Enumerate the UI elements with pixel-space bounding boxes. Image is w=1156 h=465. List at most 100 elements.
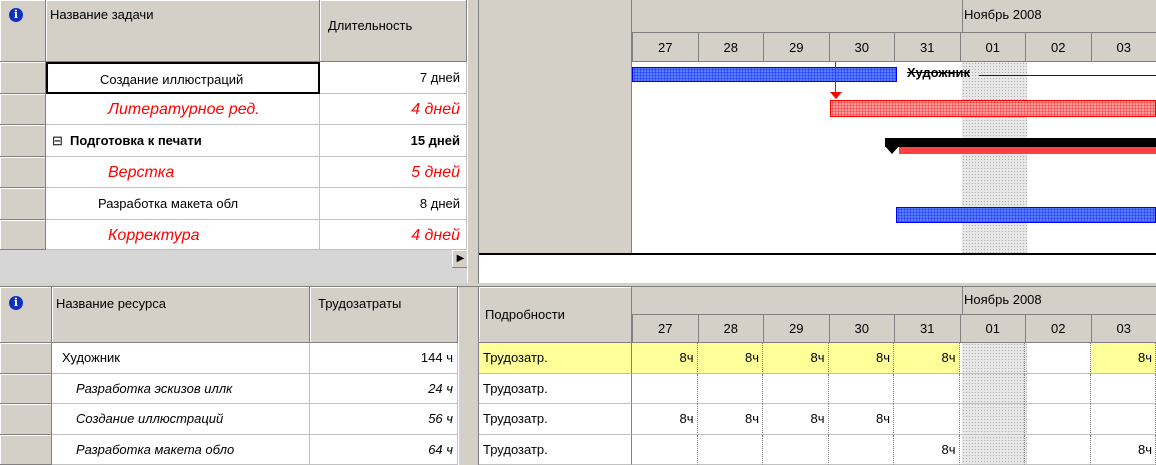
task-duration-cell[interactable]: 8 дней [320, 188, 467, 220]
usage-cell[interactable] [763, 434, 829, 465]
gantt-left-gray [479, 0, 632, 253]
task-line-illustrations [979, 75, 1156, 76]
gantt-day-label: 31 [894, 33, 960, 62]
resource-row-header[interactable] [0, 404, 52, 435]
info-column-header[interactable]: i [0, 0, 46, 62]
gantt-day-label: 01 [959, 33, 1026, 62]
gantt-month-label: Ноябрь 2008 [964, 7, 1042, 22]
task-name-cell[interactable]: Литературное ред. [46, 93, 320, 125]
usage-day-label: 29 [763, 315, 829, 343]
resource-row-header[interactable] [0, 343, 52, 374]
usage-cell[interactable] [1090, 404, 1156, 435]
task-bar-cover[interactable] [896, 207, 1156, 223]
usage-cell[interactable] [828, 434, 894, 465]
usage-cell[interactable] [632, 434, 698, 465]
usage-cell[interactable] [894, 404, 960, 435]
task-row-header[interactable] [0, 156, 46, 188]
usage-row-label: Трудозатр. [479, 404, 632, 435]
task-duration-cell[interactable]: 4 дней [320, 93, 467, 125]
resource-name-header-label: Название ресурса [56, 296, 166, 311]
usage-cell[interactable]: 8ч [1090, 434, 1156, 465]
usage-cell[interactable]: 8ч [828, 343, 894, 374]
summary-bar-prepress[interactable] [885, 138, 1156, 147]
usage-row-label: Трудозатр. [479, 373, 632, 404]
resource-info-header[interactable]: i [0, 287, 52, 343]
gantt-weekend-shade [962, 62, 1027, 253]
usage-cell[interactable]: 8ч [763, 343, 829, 374]
task-duration-cell[interactable]: 15 дней [320, 125, 467, 157]
usage-cell[interactable] [1025, 434, 1091, 465]
resource-name-cell[interactable]: Разработка эскизов иллк [52, 373, 310, 404]
task-name-cell[interactable]: Корректура [46, 219, 320, 250]
task-name-cell[interactable]: Разработка макета обл [46, 188, 320, 220]
usage-cell[interactable]: 8ч [763, 404, 829, 435]
task-name-column-header[interactable]: Название задачи [46, 0, 320, 62]
gantt-hscrollbar[interactable] [479, 253, 1156, 283]
usage-cell[interactable] [697, 373, 763, 404]
details-header-label: Подробности [485, 307, 565, 322]
dependency-arrowhead [830, 92, 842, 99]
task-row-header[interactable] [0, 62, 46, 94]
resource-name-cell[interactable]: Художник [52, 343, 310, 374]
task-row-header[interactable] [0, 219, 46, 250]
resource-work-cell[interactable]: 144 ч [310, 343, 458, 374]
bottom-splitter[interactable] [458, 287, 479, 465]
resource-row-header[interactable] [0, 434, 52, 465]
usage-cell[interactable] [763, 373, 829, 404]
usage-cell[interactable] [632, 373, 698, 404]
usage-cell[interactable]: 8ч [894, 434, 960, 465]
usage-cell[interactable] [959, 343, 1025, 374]
usage-cell[interactable] [959, 404, 1025, 435]
vertical-splitter[interactable] [467, 0, 479, 283]
usage-cell[interactable] [1025, 373, 1091, 404]
gantt-day-label: 03 [1090, 33, 1156, 62]
usage-cell[interactable]: 8ч [697, 343, 763, 374]
usage-cell[interactable]: 8ч [1090, 343, 1156, 374]
resource-row-header[interactable] [0, 373, 52, 404]
task-duration-cell[interactable]: 5 дней [320, 156, 467, 188]
resource-name-cell[interactable]: Разработка макета обло [52, 434, 310, 465]
task-row-header[interactable] [0, 125, 46, 157]
resource-work-cell[interactable]: 24 ч [310, 373, 458, 404]
task-row-header[interactable] [0, 188, 46, 220]
usage-cell[interactable] [1025, 343, 1091, 374]
usage-cell[interactable]: 8ч [632, 404, 698, 435]
details-column-header[interactable]: Подробности [479, 287, 632, 343]
usage-cell[interactable] [1090, 373, 1156, 404]
usage-row-label: Трудозатр. [479, 434, 632, 465]
usage-cell[interactable]: 8ч [632, 343, 698, 374]
usage-cell[interactable]: 8ч [828, 404, 894, 435]
usage-month-label: Ноябрь 2008 [964, 292, 1042, 307]
resource-name-cell[interactable]: Создание иллюстраций [52, 404, 310, 435]
task-duration-cell[interactable]: 4 дней [320, 219, 467, 250]
task-duration-cell[interactable]: 7 дней [320, 62, 467, 94]
task-name-cell[interactable]: Верстка [46, 156, 320, 188]
task-bar-editing[interactable] [830, 100, 1156, 117]
usage-cell[interactable] [697, 434, 763, 465]
work-header-label: Трудозатраты [318, 296, 402, 311]
usage-cell[interactable] [828, 373, 894, 404]
info-icon: i [9, 296, 23, 310]
task-name-cell[interactable]: Подготовка к печати ⊟ [46, 125, 320, 157]
usage-cell[interactable] [1025, 404, 1091, 435]
resource-work-cell[interactable]: 64 ч [310, 434, 458, 465]
duration-column-header[interactable]: Длительность [320, 0, 467, 62]
task-row-header[interactable] [0, 93, 46, 125]
usage-cell[interactable] [959, 434, 1025, 465]
collapse-toggle-icon[interactable]: ⊟ [52, 125, 63, 156]
info-icon: i [9, 8, 23, 22]
task-bar-illustrations[interactable] [632, 67, 897, 82]
gantt-chart: Ноябрь 2008 27 28 29 30 31 01 02 03 Художник [479, 0, 1156, 283]
usage-cell[interactable] [894, 373, 960, 404]
usage-cell[interactable] [959, 373, 1025, 404]
resource-name-column-header[interactable]: Название ресурса [52, 287, 310, 343]
task-table-hscrollbar[interactable]: ▶ [0, 250, 473, 283]
usage-cell[interactable]: 8ч [697, 404, 763, 435]
task-name-cell[interactable]: Создание иллюстраций [46, 62, 320, 94]
resource-work-cell[interactable]: 56 ч [310, 404, 458, 435]
resource-label: Художник [907, 65, 970, 80]
work-column-header[interactable]: Трудозатраты [310, 287, 458, 343]
usage-day-label: 30 [828, 315, 895, 343]
usage-cell[interactable]: 8ч [894, 343, 960, 374]
gantt-timescale: Ноябрь 2008 27 28 29 30 31 01 02 03 [632, 0, 1156, 62]
